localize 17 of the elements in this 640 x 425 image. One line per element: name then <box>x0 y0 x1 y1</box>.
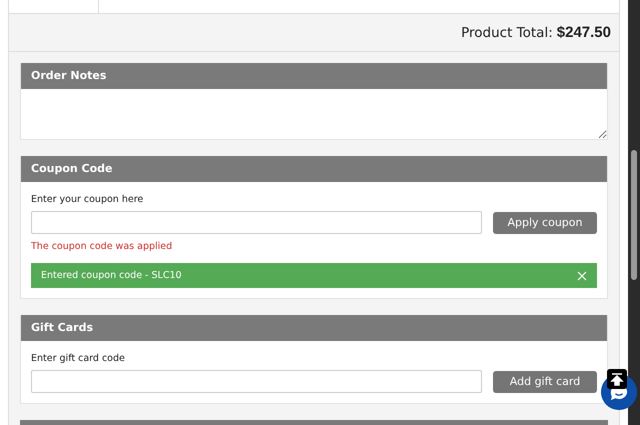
scrollbar-thumb[interactable] <box>631 150 637 280</box>
field-label: Enter gift card code <box>31 353 125 364</box>
add-gift-card-button[interactable]: Add gift card <box>493 370 597 392</box>
input-field[interactable] <box>31 211 482 234</box>
section-header: Order Notes <box>21 63 607 89</box>
input-field[interactable] <box>31 370 482 393</box>
notice-text: Entered coupon code - SLC10 <box>41 270 182 281</box>
section-header: Coupon Code <box>21 156 607 182</box>
section-header: Gift Cards <box>21 315 607 341</box>
field-label: Enter your coupon here <box>31 194 144 205</box>
scrollbar[interactable] <box>628 0 640 425</box>
success-message: The coupon code was applied <box>31 241 172 252</box>
back-to-top-icon[interactable] <box>607 369 627 389</box>
close-icon[interactable] <box>577 270 587 280</box>
apply-coupon-button[interactable]: Apply coupon <box>493 212 597 234</box>
product-total-label: Product Total: <box>461 24 553 40</box>
product-total-amount: $247.50 <box>556 24 611 41</box>
